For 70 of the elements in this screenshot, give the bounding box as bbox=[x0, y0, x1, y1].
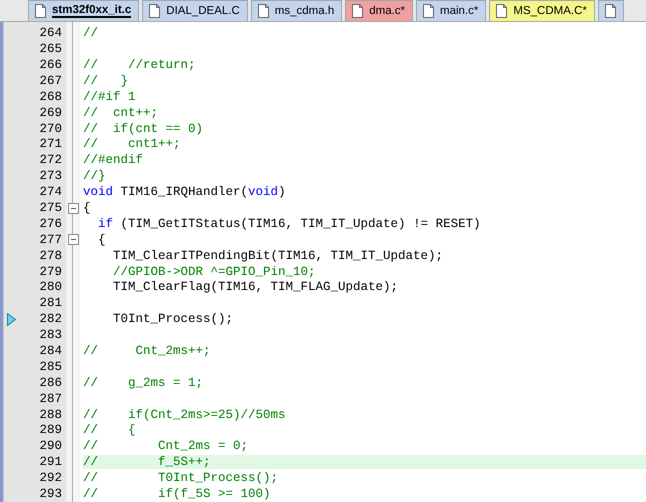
document-icon bbox=[496, 4, 508, 18]
line-number: 282 bbox=[38, 312, 63, 326]
document-icon bbox=[149, 4, 160, 18]
line-number: 293 bbox=[38, 487, 63, 502]
line-number: 275 bbox=[38, 201, 63, 216]
code-line: //} bbox=[83, 169, 106, 184]
editor-tab[interactable] bbox=[598, 0, 624, 22]
document-icon bbox=[35, 4, 46, 18]
document-icon bbox=[604, 4, 616, 18]
code-line: // cnt++; bbox=[83, 106, 158, 120]
editor-tab[interactable]: ms_cdma.h bbox=[250, 0, 342, 22]
code-line: // g_2ms = 1; bbox=[83, 376, 204, 390]
line-number: 264 bbox=[38, 26, 63, 40]
line-number: 283 bbox=[38, 328, 63, 342]
line-number: 277 bbox=[38, 232, 63, 247]
editor-tab[interactable]: dma.c* bbox=[345, 0, 414, 22]
code-line: // T0Int_Process(); bbox=[83, 471, 278, 486]
code-line: //#endif bbox=[83, 153, 144, 168]
line-number: 280 bbox=[38, 280, 63, 294]
line-number: 289 bbox=[38, 423, 63, 438]
code-line: //#if 1 bbox=[83, 90, 136, 104]
code-line: // { bbox=[83, 423, 136, 438]
line-number: 273 bbox=[38, 169, 63, 184]
document-icon bbox=[258, 4, 269, 18]
line-number: 285 bbox=[38, 360, 63, 374]
line-number: 266 bbox=[38, 58, 63, 72]
line-number: 267 bbox=[38, 74, 63, 88]
editor-tab[interactable]: main.c* bbox=[416, 0, 486, 22]
line-number: 279 bbox=[38, 264, 63, 279]
line-number: 291 bbox=[38, 455, 63, 470]
line-number: 292 bbox=[38, 471, 63, 486]
code-line: // } bbox=[83, 74, 128, 88]
line-number: 272 bbox=[38, 153, 63, 168]
code-line: // if(cnt == 0) bbox=[83, 122, 204, 136]
code-line: // cnt1++; bbox=[83, 137, 181, 152]
collapse-icon[interactable] bbox=[68, 202, 78, 214]
document-icon bbox=[423, 4, 434, 18]
editor-tab[interactable]: stm32f0xx_it.c bbox=[28, 0, 140, 22]
collapse-icon[interactable] bbox=[68, 234, 78, 246]
code-line: // if(f_5S >= 100) bbox=[83, 487, 271, 502]
line-number: 287 bbox=[38, 392, 63, 406]
code-line: TIM_ClearITPendingBit(TIM16, TIM_IT_Update); bbox=[112, 248, 444, 263]
line-number: 288 bbox=[38, 408, 63, 422]
line-number: 281 bbox=[38, 296, 63, 310]
code-line: void TIM16_IRQHandler(void) bbox=[83, 185, 286, 200]
code-line: // bbox=[83, 26, 98, 40]
line-number: 276 bbox=[38, 216, 63, 231]
code-line: if (TIM_GetITStatus(TIM16, TIM_IT_Update) != RESET) bbox=[97, 216, 481, 231]
editor-tab[interactable]: MS_CDMA.C* bbox=[489, 0, 595, 22]
line-number: 286 bbox=[38, 376, 63, 390]
line-number: 265 bbox=[38, 42, 63, 56]
code-line: T0Int_Process(); bbox=[112, 312, 234, 326]
code-line: { bbox=[97, 232, 106, 247]
document-icon bbox=[352, 4, 364, 18]
code-line: { bbox=[83, 201, 91, 216]
code-line: TIM_ClearFlag(TIM16, TIM_FLAG_Update); bbox=[112, 280, 398, 294]
editor-tab[interactable]: DIAL_DEAL.C bbox=[142, 0, 248, 22]
line-number: 271 bbox=[38, 137, 63, 152]
line-number: 274 bbox=[38, 185, 63, 200]
code-line: // Cnt_2ms = 0; bbox=[83, 439, 248, 454]
code-line: // Cnt_2ms++; bbox=[83, 344, 211, 358]
code-line: // if(Cnt_2ms>=25)//50ms bbox=[83, 408, 286, 422]
line-number: 270 bbox=[38, 122, 63, 136]
line-number: 268 bbox=[38, 90, 63, 104]
line-number: 290 bbox=[38, 439, 63, 454]
code-line: //GPIOB->ODR ^=GPIO_Pin_10; bbox=[112, 264, 316, 279]
line-number: 269 bbox=[38, 106, 63, 120]
code-line: // //return; bbox=[83, 58, 196, 72]
line-number: 284 bbox=[38, 344, 63, 358]
line-number: 278 bbox=[38, 248, 63, 263]
